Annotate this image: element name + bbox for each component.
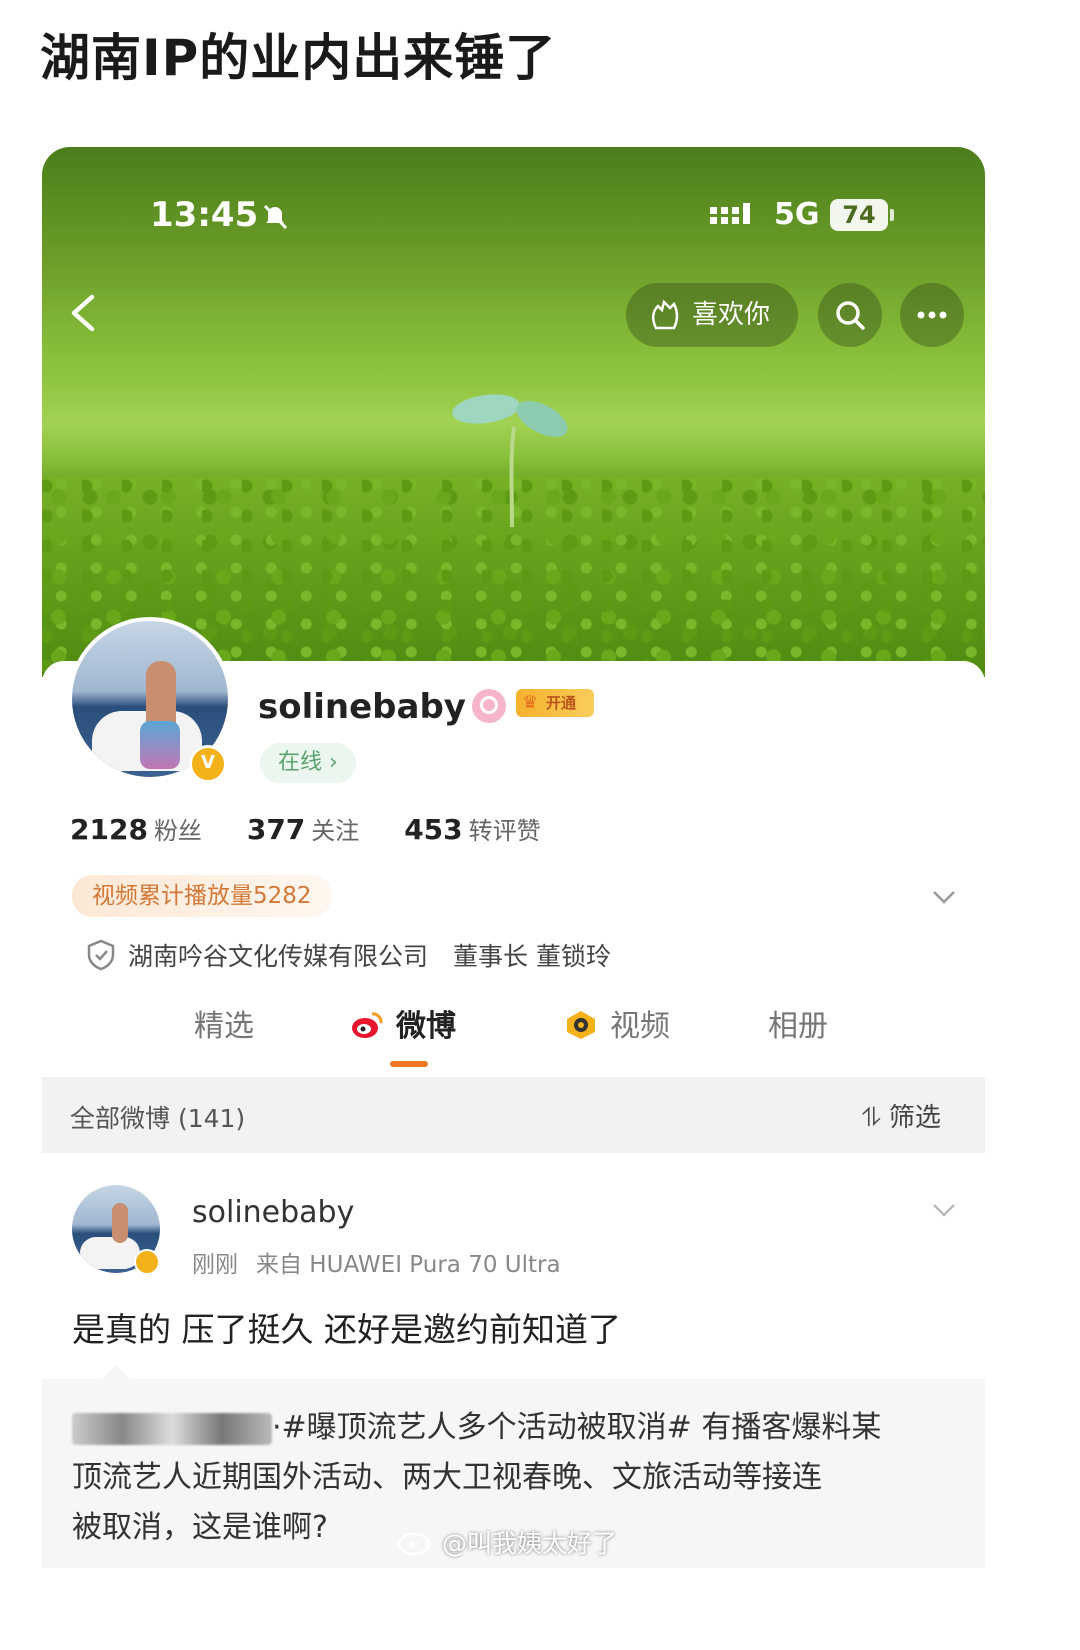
search-button[interactable] [818,283,882,347]
status-time: 13:45 [150,195,259,235]
post-menu-chevron-icon[interactable] [930,1201,958,1221]
weibo-post: solinebaby 刚刚 来自 HUAWEI Pura 70 Ultra 是真的… [42,1153,985,1568]
video-play-count-tag[interactable]: 视频累计播放量5282 [72,875,332,917]
battery-indicator: 74 [830,199,894,231]
like-you-label: 喜欢你 [692,300,771,330]
filter-bar: 全部微博 (141) ⥮ 筛选 [42,1077,985,1153]
signal-icon [710,203,750,224]
profile-tabs: 精选 微博 视频 相册 [42,1001,985,1071]
shield-icon [87,939,115,971]
network-type: 5G [774,197,820,232]
online-status[interactable]: 在线 › [260,743,356,783]
all-weibo-count[interactable]: 全部微博 (141) [70,1099,245,1135]
company-info: 湖南吟谷文化传媒有限公司 董事长 董锁玲 [86,937,611,973]
weibo-logo-icon [397,1532,431,1556]
post-source: 来自 HUAWEI Pura 70 Ultra [256,1252,561,1278]
video-icon [567,1011,595,1039]
verified-badge-icon [189,745,227,783]
profile-card: solinebaby 开通 在线 › 2128粉丝 377关注 453转评赞 视… [42,617,985,1081]
heart-hands-icon [652,299,679,330]
verified-badge-icon [134,1249,160,1275]
blurred-username [72,1412,272,1445]
back-arrow-icon[interactable] [64,291,104,335]
weibo-logo-icon [352,1012,383,1038]
tab-album[interactable]: 相册 [768,1001,828,1045]
profile-nav: 喜欢你 [42,283,985,347]
active-tab-indicator [390,1061,428,1067]
stat-interactions[interactable]: 453 转评赞 [404,811,540,846]
post-time: 刚刚 [192,1252,238,1278]
company-text: 湖南吟谷文化传媒有限公司 董事长 董锁玲 [128,942,611,971]
filter-icon: ⥮ [862,1103,881,1133]
filter-button[interactable]: ⥮ 筛选 [862,1097,941,1134]
like-you-button[interactable]: 喜欢你 [626,283,798,347]
chevron-down-icon[interactable] [930,883,958,911]
vip-open-badge[interactable]: 开通 [516,689,594,717]
quoted-line-1: ·#曝顶流艺人多个活动被取消# 有播客爆料某 [72,1403,955,1453]
more-button[interactable] [900,283,964,347]
tab-video[interactable]: 视频 [564,1001,670,1045]
weibo-watermark: @叫我姨太好了 [396,1524,617,1560]
tab-weibo[interactable]: 微博 [350,1001,456,1045]
mute-bell-icon [263,204,288,230]
stat-following[interactable]: 377 关注 [247,811,359,846]
more-icon [917,311,947,319]
search-badge-icon[interactable] [472,689,506,723]
status-bar: 13:45 5G 74 [42,195,985,243]
post-author[interactable]: solinebaby [192,1195,354,1230]
tab-featured[interactable]: 精选 [194,1001,254,1045]
profile-username: solinebaby [258,687,466,727]
quoted-line-2: 顶流艺人近期国外活动、两大卫视春晚、文旅活动等接连 [72,1460,822,1495]
search-icon [836,301,865,330]
phone-screenshot: 13:45 5G 74 喜欢你 V solinebaby ♛ 开通 在线 › 2… [42,147,985,1568]
stat-followers[interactable]: 2128 粉丝 [70,811,202,846]
post-title: 湖南IP的业内出来锤了 [40,29,557,87]
sprout-image [452,394,568,527]
profile-stats: 2128 粉丝 377 关注 453 转评赞 [70,811,577,846]
post-meta: 刚刚 来自 HUAWEI Pura 70 Ultra [192,1245,579,1279]
post-text: 是真的 压了挺久 还好是邀约前知道了 [72,1310,621,1349]
